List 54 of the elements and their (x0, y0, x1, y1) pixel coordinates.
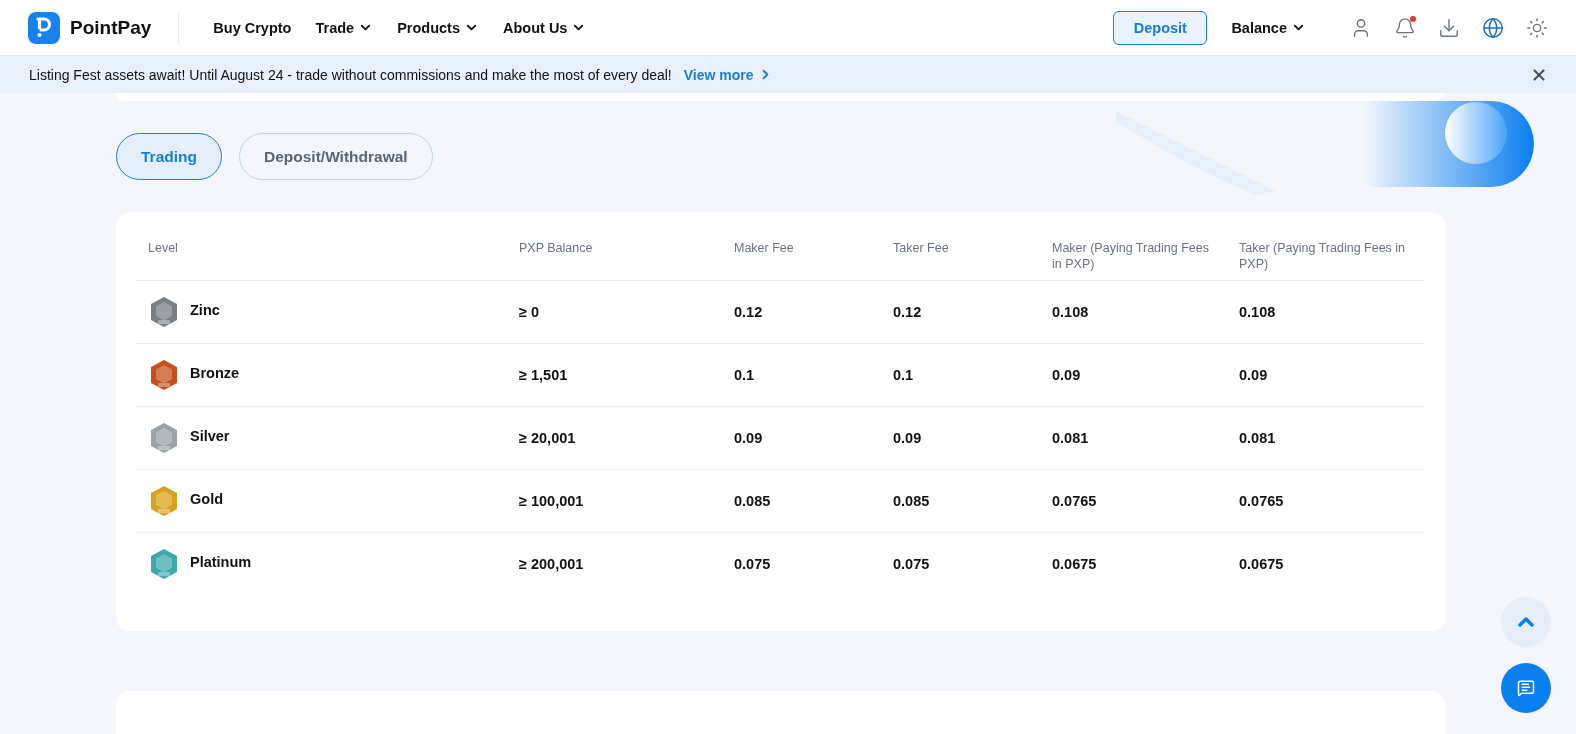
level-name: Zinc (190, 302, 220, 318)
column-header: Maker Fee (733, 240, 795, 257)
column-header: Taker (Paying Trading Fees in PXP) (1238, 240, 1407, 273)
column-header: Level (147, 240, 179, 257)
table-cell: 0.085 (734, 493, 771, 509)
nav-link[interactable]: Products (397, 19, 479, 36)
table-cell: ≥ 100,001 (519, 493, 584, 509)
table-cell: 0.09 (1052, 367, 1081, 383)
table-cell: 0.108 (1239, 304, 1276, 320)
nav-link[interactable]: Buy Crypto (213, 19, 292, 36)
table-cell: 0.0675 (1052, 556, 1097, 572)
table-cell: 0.12 (893, 304, 922, 320)
table-cell: 0.1 (893, 367, 914, 383)
table-cell: 0.0765 (1052, 493, 1097, 509)
view-more-link[interactable]: View more (683, 66, 773, 83)
table-cell: 0.09 (734, 430, 763, 446)
table-cell: 0.12 (734, 304, 763, 320)
column-header: Taker Fee (892, 240, 950, 257)
table-cell: ≥ 0 (519, 304, 540, 320)
table-cell: 0.09 (893, 430, 922, 446)
level-name: Silver (190, 428, 230, 444)
column-header: PXP Balance (518, 240, 594, 257)
table-cell: 0.075 (893, 556, 930, 572)
tab[interactable]: Trading (116, 133, 222, 180)
deposit-button[interactable]: Deposit (1113, 10, 1208, 45)
table-cell: 0.0675 (1239, 556, 1284, 572)
brand-name[interactable]: PointPay (70, 16, 152, 39)
nav-link[interactable]: About Us (503, 19, 587, 36)
chat-button[interactable] (1501, 663, 1551, 713)
scroll-top-button[interactable] (1501, 597, 1551, 647)
download-icon[interactable] (1438, 16, 1460, 39)
balance-menu[interactable]: Balance (1231, 19, 1306, 36)
table-cell: 0.081 (1052, 430, 1089, 446)
table-cell: 0.081 (1239, 430, 1276, 446)
level-name: Bronze (190, 365, 240, 381)
table-cell: ≥ 200,001 (519, 556, 584, 572)
table-cell: 0.0765 (1239, 493, 1284, 509)
table-cell: ≥ 20,001 (519, 430, 576, 446)
table-cell: 0.075 (734, 556, 771, 572)
table-cell: 0.085 (893, 493, 930, 509)
level-name: Gold (190, 491, 224, 507)
table-cell: 0.108 (1052, 304, 1089, 320)
bell-icon[interactable] (1394, 16, 1416, 39)
nav-link[interactable]: Trade (315, 19, 374, 36)
chat-icon (1517, 679, 1535, 697)
level-name: Platinum (190, 554, 252, 570)
logo-icon[interactable] (28, 11, 60, 44)
banner-text: Listing Fest assets await! Until August 24 - trade without commissions and make the most of every deal! (29, 66, 672, 83)
table-cell: 0.09 (1239, 367, 1268, 383)
table-cell: ≥ 1,501 (519, 367, 568, 383)
column-header: Maker (Paying Trading Fees in PXP) (1051, 240, 1210, 273)
table-cell: 0.1 (734, 367, 755, 383)
sun-icon[interactable] (1526, 16, 1548, 39)
globe-icon[interactable] (1482, 16, 1504, 39)
